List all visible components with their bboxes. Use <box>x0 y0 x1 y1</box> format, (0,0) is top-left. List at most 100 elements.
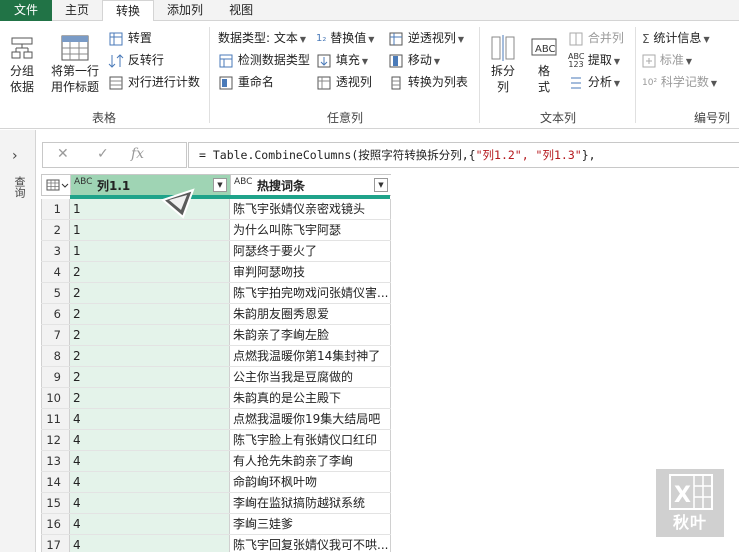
cell-hot-search[interactable]: 陈飞宇回复张婧仪我可不哄... <box>230 535 391 552</box>
row-number[interactable]: 12 <box>41 430 70 450</box>
cell-col1-1[interactable]: 2 <box>70 304 230 324</box>
cell-col1-1[interactable]: 2 <box>70 283 230 303</box>
expand-chevron-icon[interactable]: › <box>12 148 18 164</box>
row-number[interactable]: 9 <box>41 367 70 387</box>
cell-col1-1[interactable]: 2 <box>70 367 230 387</box>
table-row[interactable]: 7 2 朱韵亲了李峋左脸 <box>41 325 391 346</box>
move-button[interactable]: 移动 ▼ <box>388 52 440 70</box>
row-number[interactable]: 11 <box>41 409 70 429</box>
cell-hot-search[interactable]: 点燃我温暖你第14集封神了 <box>230 346 391 366</box>
table-row[interactable]: 15 4 李峋在监狱搞防越狱系统 <box>41 493 391 514</box>
cell-hot-search[interactable]: 朱韵真的是公主殿下 <box>230 388 391 408</box>
row-number[interactable]: 5 <box>41 283 70 303</box>
cell-hot-search[interactable]: 李峋三娃爹 <box>230 514 391 534</box>
tab-file[interactable]: 文件 <box>0 0 53 21</box>
queries-pane-label[interactable]: 查询 <box>11 176 26 198</box>
cell-col1-1[interactable]: 1 <box>70 241 230 261</box>
cancel-icon[interactable]: ✕ <box>57 146 69 162</box>
cell-col1-1[interactable]: 1 <box>70 199 230 219</box>
table-row[interactable]: 14 4 命韵峋环枫叶吻 <box>41 472 391 493</box>
cell-hot-search[interactable]: 陈飞宇脸上有张婧仪口红印 <box>230 430 391 450</box>
merge-columns-button[interactable]: 合并列 <box>568 30 624 47</box>
statistics-button[interactable]: Σ 统计信息 ▼ <box>642 30 710 48</box>
cell-hot-search[interactable]: 李峋在监狱搞防越狱系统 <box>230 493 391 513</box>
replace-values-button[interactable]: 1₂ 替换值 ▼ <box>316 30 374 48</box>
cell-col1-1[interactable]: 4 <box>70 535 230 552</box>
cell-hot-search[interactable]: 陈飞宇张婧仪亲密戏镜头 <box>230 199 391 219</box>
row-number[interactable]: 15 <box>41 493 70 513</box>
table-row[interactable]: 10 2 朱韵真的是公主殿下 <box>41 388 391 409</box>
table-row[interactable]: 13 4 有人抢先朱韵亲了李峋 <box>41 451 391 472</box>
cell-col1-1[interactable]: 4 <box>70 451 230 471</box>
row-number[interactable]: 3 <box>41 241 70 261</box>
fill-button[interactable]: 填充 ▼ <box>316 52 368 70</box>
convert-to-list-button[interactable]: 转换为列表 <box>388 74 468 91</box>
row-number[interactable]: 17 <box>41 535 70 552</box>
scientific-button[interactable]: 10² 科学记数 ▼ <box>642 74 717 92</box>
row-number[interactable]: 16 <box>41 514 70 534</box>
table-row[interactable]: 6 2 朱韵朋友圈秀恩爱 <box>41 304 391 325</box>
cell-col1-1[interactable]: 4 <box>70 430 230 450</box>
formula-input[interactable]: = Table.CombineColumns(按照字符转换拆分列,{"列1.2"… <box>188 142 739 168</box>
table-row[interactable]: 5 2 陈飞宇拍完吻戏问张婧仪害... <box>41 283 391 304</box>
count-rows-button[interactable]: 对行进行计数 <box>108 74 200 91</box>
row-number[interactable]: 1 <box>41 199 70 219</box>
table-row[interactable]: 11 4 点燃我温暖你19集大结局吧 <box>41 409 391 430</box>
row-number[interactable]: 8 <box>41 346 70 366</box>
table-row[interactable]: 2 1 为什么叫陈飞宇阿瑟 <box>41 220 391 241</box>
column-header-col1-1[interactable]: ABC 列1.1 ▼ <box>71 175 231 195</box>
cell-col1-1[interactable]: 2 <box>70 262 230 282</box>
pivot-column-button[interactable]: 透视列 <box>316 74 372 91</box>
table-row[interactable]: 4 2 审判阿瑟吻技 <box>41 262 391 283</box>
cell-hot-search[interactable]: 审判阿瑟吻技 <box>230 262 391 282</box>
cell-hot-search[interactable]: 陈飞宇拍完吻戏问张婧仪害... <box>230 283 391 303</box>
row-number[interactable]: 10 <box>41 388 70 408</box>
table-row[interactable]: 16 4 李峋三娃爹 <box>41 514 391 535</box>
cell-hot-search[interactable]: 为什么叫陈飞宇阿瑟 <box>230 220 391 240</box>
filter-dropdown-icon[interactable]: ▼ <box>374 178 388 192</box>
reverse-rows-button[interactable]: 反转行 <box>108 52 164 69</box>
tab-transform[interactable]: 转换 <box>102 0 155 22</box>
cell-col1-1[interactable]: 2 <box>70 346 230 366</box>
cell-hot-search[interactable]: 朱韵朋友圈秀恩爱 <box>230 304 391 324</box>
filter-dropdown-icon[interactable]: ▼ <box>213 178 227 192</box>
group-by-button[interactable]: 分组 依据 <box>4 35 40 95</box>
tab-view[interactable]: 视图 <box>216 0 266 21</box>
row-number[interactable]: 14 <box>41 472 70 492</box>
cell-col1-1[interactable]: 2 <box>70 388 230 408</box>
row-number[interactable]: 7 <box>41 325 70 345</box>
table-row[interactable]: 12 4 陈飞宇脸上有张婧仪口红印 <box>41 430 391 451</box>
cell-hot-search[interactable]: 点燃我温暖你19集大结局吧 <box>230 409 391 429</box>
standard-button[interactable]: 标准 ▼ <box>642 52 692 70</box>
cell-col1-1[interactable]: 4 <box>70 409 230 429</box>
row-number[interactable]: 4 <box>41 262 70 282</box>
fx-icon[interactable]: fx <box>131 146 144 162</box>
column-header-hot-search[interactable]: ABC 热搜词条 ▼ <box>231 175 391 195</box>
cell-hot-search[interactable]: 朱韵亲了李峋左脸 <box>230 325 391 345</box>
table-row[interactable]: 8 2 点燃我温暖你第14集封神了 <box>41 346 391 367</box>
parse-button[interactable]: 分析 ▼ <box>568 74 620 92</box>
cell-hot-search[interactable]: 命韵峋环枫叶吻 <box>230 472 391 492</box>
cell-hot-search[interactable]: 有人抢先朱韵亲了李峋 <box>230 451 391 471</box>
unpivot-columns-button[interactable]: 逆透视列 ▼ <box>388 30 464 48</box>
rename-button[interactable]: 重命名 <box>218 74 274 91</box>
cell-col1-1[interactable]: 4 <box>70 493 230 513</box>
extract-button[interactable]: ABC 123 提取 ▼ <box>568 52 620 70</box>
table-menu-button[interactable] <box>42 175 71 195</box>
table-row[interactable]: 9 2 公主你当我是豆腐做的 <box>41 367 391 388</box>
row-number[interactable]: 2 <box>41 220 70 240</box>
format-button[interactable]: ABC 格 式 <box>526 33 562 95</box>
confirm-icon[interactable]: ✓ <box>97 146 109 162</box>
use-first-row-button[interactable]: 将第一行 用作标题 <box>44 33 106 95</box>
cell-col1-1[interactable]: 4 <box>70 514 230 534</box>
cell-col1-1[interactable]: 1 <box>70 220 230 240</box>
table-row[interactable]: 17 4 陈飞宇回复张婧仪我可不哄... <box>41 535 391 552</box>
row-number[interactable]: 6 <box>41 304 70 324</box>
cell-col1-1[interactable]: 2 <box>70 325 230 345</box>
transpose-button[interactable]: 转置 <box>108 30 152 47</box>
tab-home[interactable]: 主页 <box>52 0 102 21</box>
text-type-icon[interactable]: ABC <box>74 178 92 187</box>
split-column-button[interactable]: 拆分 列 <box>484 33 522 95</box>
cell-hot-search[interactable]: 阿瑟终于要火了 <box>230 241 391 261</box>
data-type-dropdown[interactable]: 数据类型: 文本 ▼ <box>218 30 306 48</box>
